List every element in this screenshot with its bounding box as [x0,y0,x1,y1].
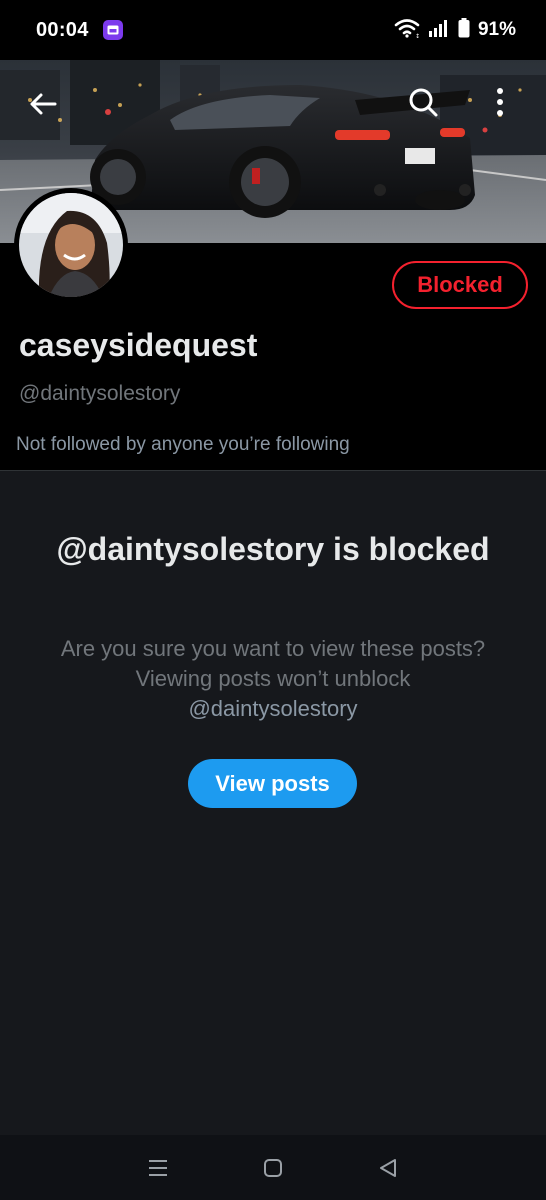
profile-handle: @daintysolestory [19,382,181,405]
recents-icon [148,1159,167,1176]
mail-app-icon [102,20,123,40]
status-bar: 00:04 ↕ 91% [0,0,546,60]
home-icon [263,1158,282,1177]
back-triangle-icon [380,1158,397,1177]
search-button[interactable] [401,80,445,124]
svg-text:↕: ↕ [415,33,420,38]
nav-back-button[interactable] [363,1143,413,1193]
wifi-icon: ↕ [394,18,420,43]
blocked-title: @daintysolestory is blocked [56,531,490,567]
blocked-description-text: Are you sure you want to view these post… [60,636,486,691]
followers-you-know[interactable]: Not followed by anyone you’re following [16,434,350,456]
display-name: caseysidequest [19,327,258,363]
nav-recents-button[interactable] [133,1143,183,1193]
system-nav-bar [0,1135,546,1200]
view-posts-button[interactable]: View posts [188,759,357,808]
arrow-left-icon [30,93,57,115]
battery-icon [458,17,470,43]
more-vertical-icon [497,88,503,116]
status-left: 00:04 [36,19,123,42]
status-time: 00:04 [36,18,89,41]
status-right: ↕ 91% [394,17,516,43]
blocked-button[interactable]: Blocked [392,261,528,309]
signal-icon [428,18,450,43]
battery-percent: 91% [477,19,516,40]
more-options-button[interactable] [478,80,522,124]
avatar[interactable] [14,188,128,302]
search-icon [409,88,438,117]
nav-home-button[interactable] [248,1143,298,1193]
blocked-description: Are you sure you want to view these post… [60,634,486,724]
back-button[interactable] [21,82,65,126]
blocked-notice-panel: @daintysolestory is blocked Are you sure… [0,470,546,1135]
avatar-image [19,193,123,297]
blocked-description-handle: @daintysolestory [188,696,358,721]
